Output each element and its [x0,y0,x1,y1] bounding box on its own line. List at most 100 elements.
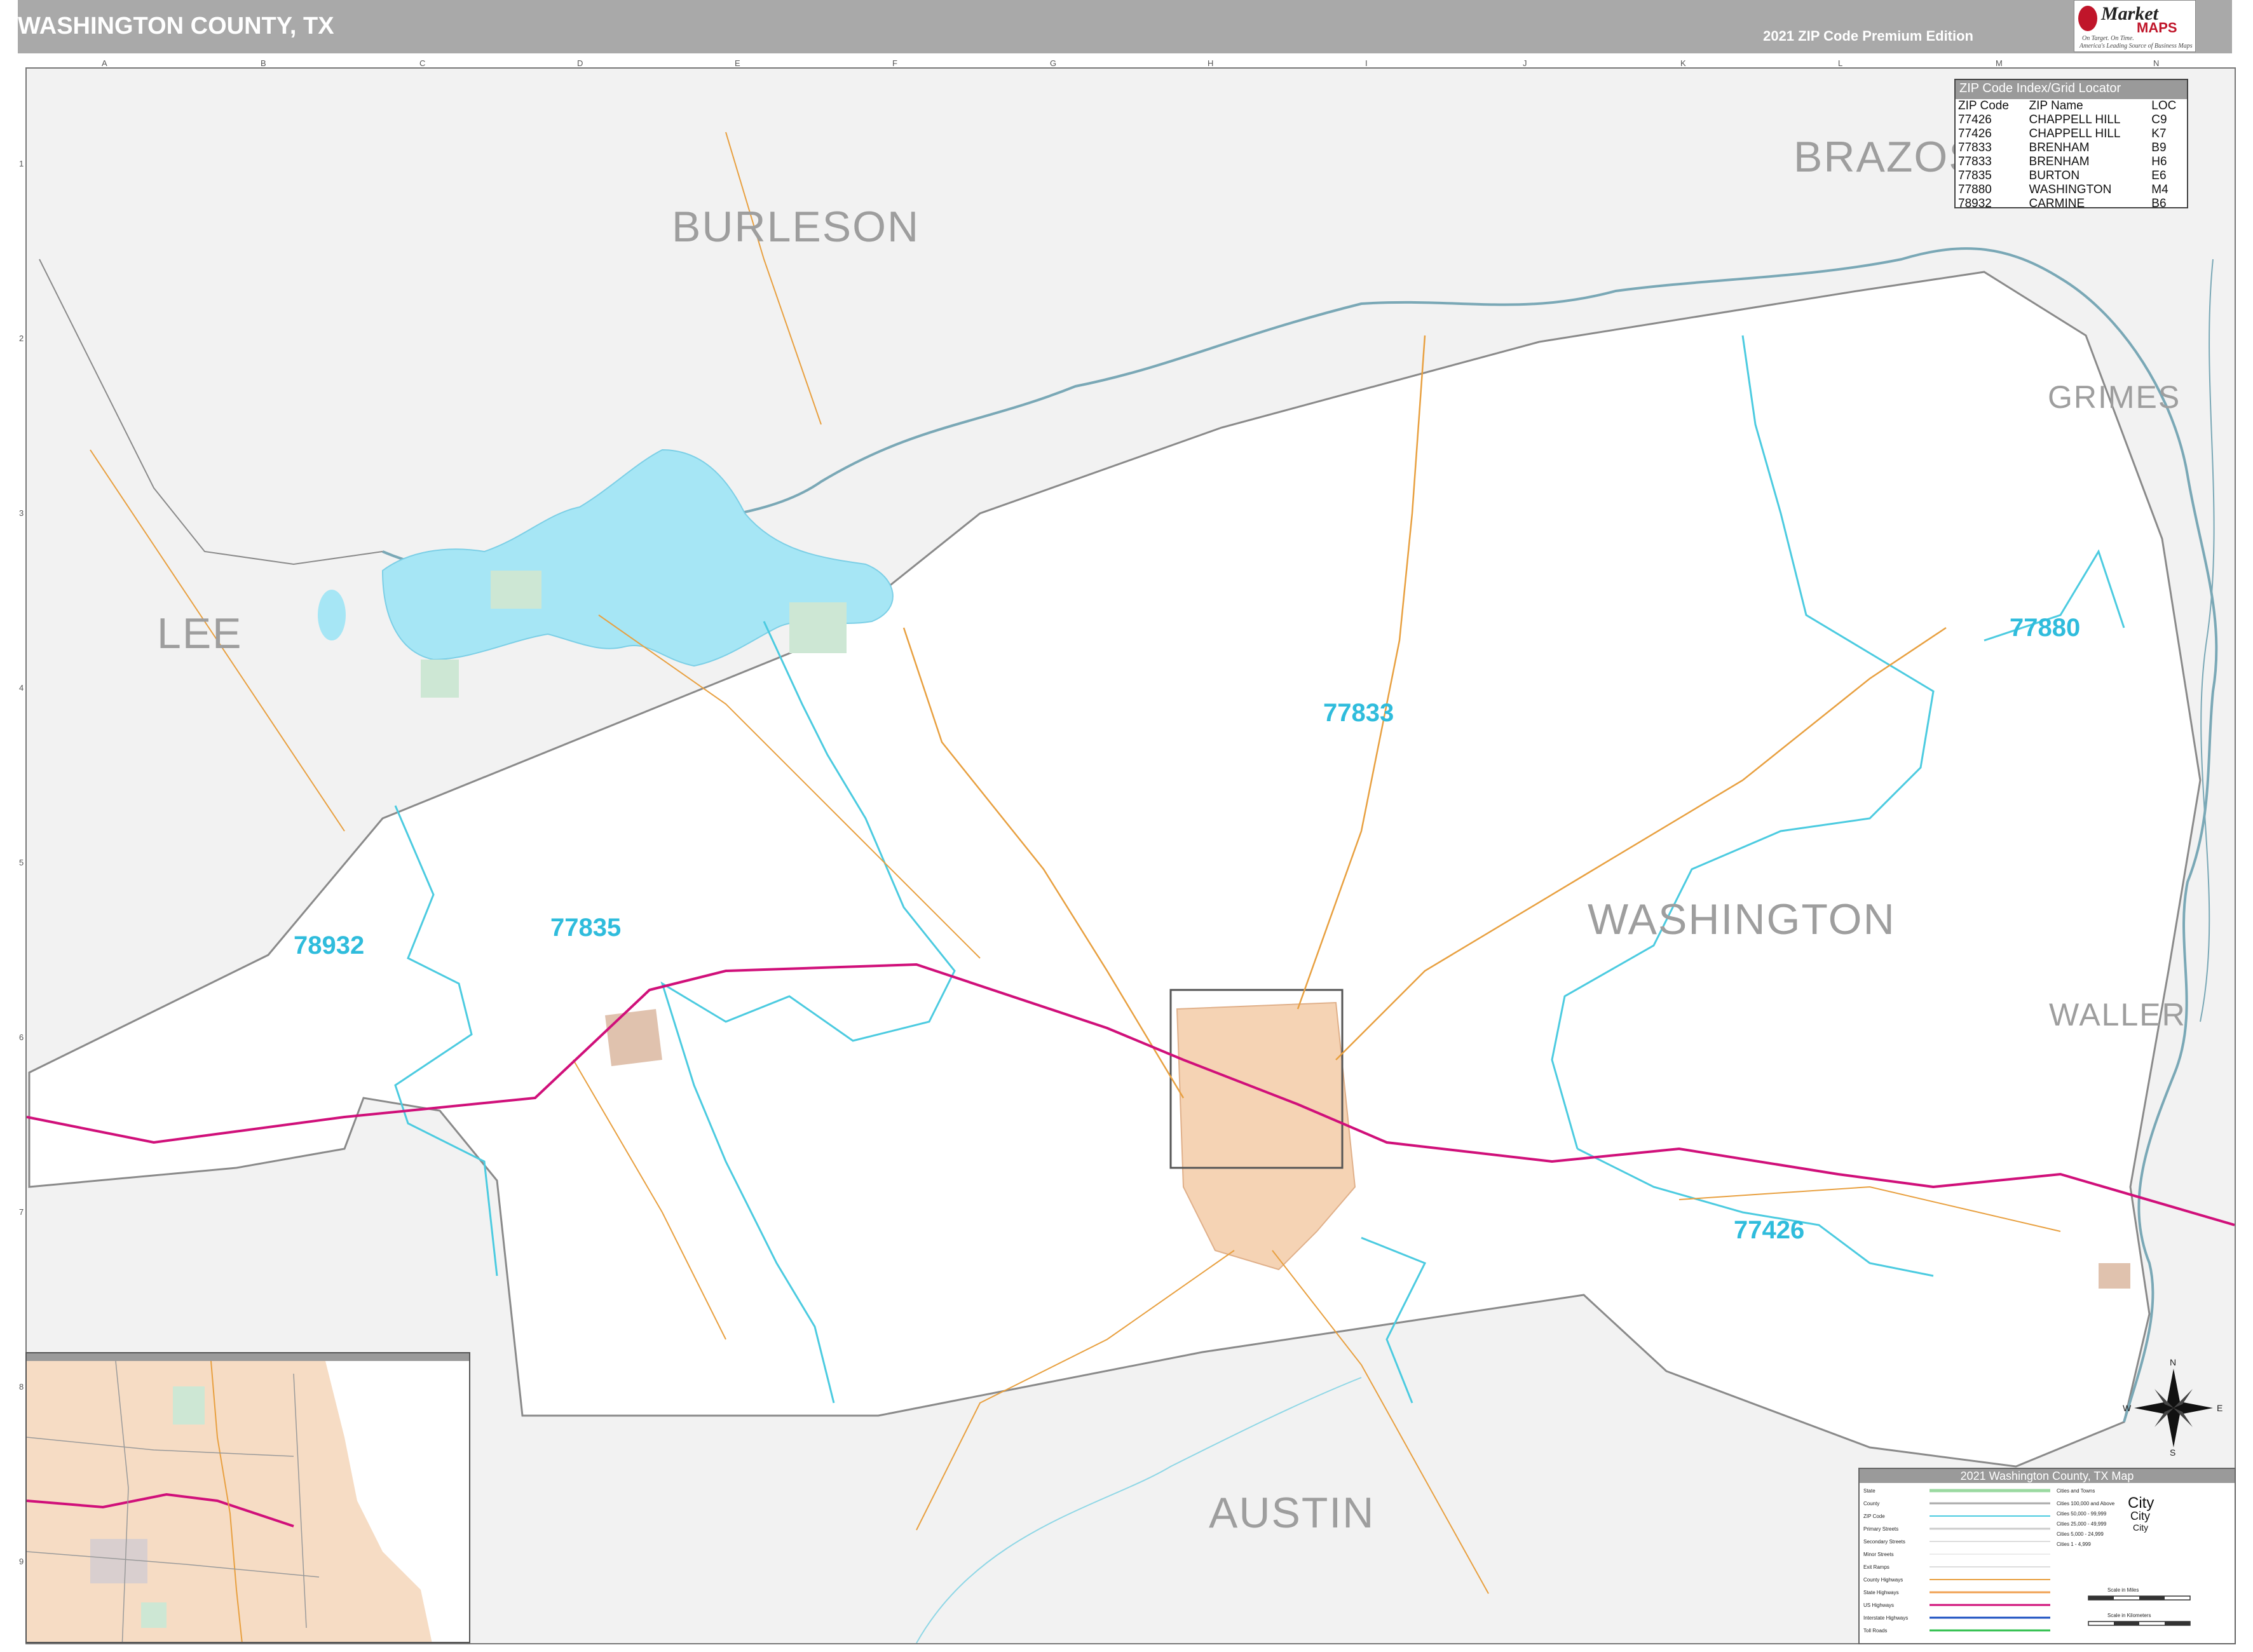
table-row: 77426 CHAPPELL HILL C9 [1956,113,2187,127]
inset-park-1 [173,1386,205,1425]
legend-city-size-3: Cities 25,000 - 49,999 [2057,1521,2107,1527]
grimes-waller-river [2200,259,2215,1022]
legend-item-minor: Minor Streets [1863,1552,1894,1557]
legend-city-size-5: Cities 1 - 4,999 [2057,1541,2091,1547]
grid-col-e: E [735,58,740,68]
grid-row-3: 3 [19,508,24,518]
zip-index-header-row: ZIP Code ZIP Name LOC [1956,99,2187,113]
grid-row-5: 5 [19,858,24,867]
county-label-austin: AUSTIN [1209,1489,1375,1537]
county-label-washington: WASHINGTON [1588,895,1896,944]
zip-index-title: ZIP Code Index/Grid Locator [1956,80,2187,99]
grid-col-d: D [577,58,583,68]
legend-item-secondary: Secondary Streets [1863,1539,1905,1545]
county-label-grimes: GRIMES [2048,379,2181,415]
inset-outside-city [325,1361,469,1642]
table-row: 77880 WASHINGTON M4 [1956,183,2187,197]
brenham-inset-map[interactable] [25,1352,470,1643]
legend-title: 2021 Washington County, TX Map [1860,1469,2235,1483]
zip-label-78932: 78932 [294,931,365,959]
legend-mid-city: City [2130,1510,2150,1522]
table-row: 78932 CARMINE B6 [1956,197,2187,211]
zip-loc-cell: H6 [2151,155,2167,168]
county-label-lee: LEE [157,609,243,658]
legend-item-toll: Toll Roads [1863,1628,1888,1634]
zip-index-table: ZIP Code Index/Grid Locator ZIP Code ZIP… [1954,79,2188,211]
washington-county-area [28,271,2202,1468]
county-label-burleson: BURLESON [672,203,920,251]
zip-label-77833: 77833 [1323,699,1394,727]
legend-item-county-hwy: County Highways [1863,1577,1903,1583]
county-label-brazos: BRAZOS [1794,133,1979,181]
table-row: 77426 CHAPPELL HILL K7 [1956,127,2187,141]
lee-burleson-boundary [39,259,383,565]
logo-tagline-1: On Target. On Time. [2082,35,2134,42]
grid-row-7: 7 [19,1207,24,1217]
market-maps-logo[interactable]: Market MAPS On Target. On Time. America'… [2074,0,2196,52]
inset-street-4 [293,1373,307,1628]
zip-cell: 77833 [1958,155,1992,168]
grid-col-b: B [261,58,266,68]
table-row: 77835 BURTON E6 [1956,169,2187,183]
zip-name-cell: CHAPPELL HILL [2029,113,2121,126]
inset-header [27,1353,469,1361]
zip-index-grid: ZIP Code ZIP Name LOC 77426 CHAPPELL HILL… [1956,99,2187,211]
compass-w: W [2123,1403,2132,1413]
grid-col-h: H [1208,58,1214,68]
zip-name-cell: BURTON [2029,169,2080,182]
chappell-hill-area [2099,1263,2130,1289]
legend-line-swatches [1930,1489,2050,1632]
grid-row-4: 4 [19,683,24,693]
inset-us-highway-290 [27,1493,294,1527]
zip-cell: 77426 [1958,113,1992,126]
legend-item-us-hwy: US Highways [1863,1602,1895,1608]
county-label-waller: WALLER [2049,997,2186,1032]
grid-col-k: K [1680,58,1686,68]
park-area-2 [789,602,847,653]
zip-loc-cell: K7 [2151,127,2167,140]
table-row: 77833 BRENHAM B9 [1956,141,2187,155]
grid-row-2: 2 [19,334,24,343]
grid-col-m: M [1996,58,2003,68]
grid-row-8: 8 [19,1382,24,1391]
legend-item-zip: ZIP Code [1863,1513,1885,1519]
map-legend: 2021 Washington County, TX Map State Cou… [1858,1468,2236,1644]
zip-name-cell: CHAPPELL HILL [2029,127,2121,140]
zip-loc-cell: B6 [2151,197,2167,210]
zip-loc-cell: B9 [2151,141,2167,154]
zip-cell: 77426 [1958,127,1992,140]
inset-svg [27,1361,469,1642]
logo-mark-icon [2078,6,2097,31]
zip-name-cell: BRENHAM [2029,141,2090,154]
grid-col-n: N [2153,58,2160,68]
zip-label-77426: 77426 [1734,1216,1805,1244]
legend-cities-title: Cities and Towns [2057,1488,2095,1494]
compass-e: E [2217,1403,2223,1413]
zip-name-cell: CARMINE [2029,197,2085,210]
legend-city-size-4: Cities 5,000 - 24,999 [2057,1531,2104,1537]
small-lake [318,590,346,640]
zip-index-col-loc: LOC [2151,99,2177,112]
header-bar [18,0,2232,53]
inset-main-street [210,1361,243,1642]
park-area-3 [421,660,459,698]
legend-item-primary: Primary Streets [1863,1526,1899,1532]
zip-name-cell: BRENHAM [2029,155,2090,168]
grid-col-g: G [1050,58,1057,68]
compass-s: S [2170,1447,2176,1458]
legend-scale-miles: Scale in Miles [2107,1587,2139,1593]
legend-city-size-2: Cities 50,000 - 99,999 [2057,1511,2107,1517]
legend-item-county: County [1863,1501,1880,1506]
compass-rose: N S E W [2116,1357,2231,1459]
grid-col-f: F [892,58,897,68]
park-area-1 [491,571,541,609]
zip-loc-cell: C9 [2151,113,2167,126]
zip-index-col-name: ZIP Name [2029,99,2083,112]
grid-col-l: L [1838,58,1843,68]
logo-maps: MAPS [2137,20,2177,36]
grid-row-9: 9 [19,1557,24,1566]
map-title: WASHINGTON COUNTY, TX [18,13,334,39]
zip-label-77880: 77880 [2010,614,2081,642]
compass-icon [2134,1369,2213,1447]
zip-loc-cell: M4 [2151,183,2168,196]
